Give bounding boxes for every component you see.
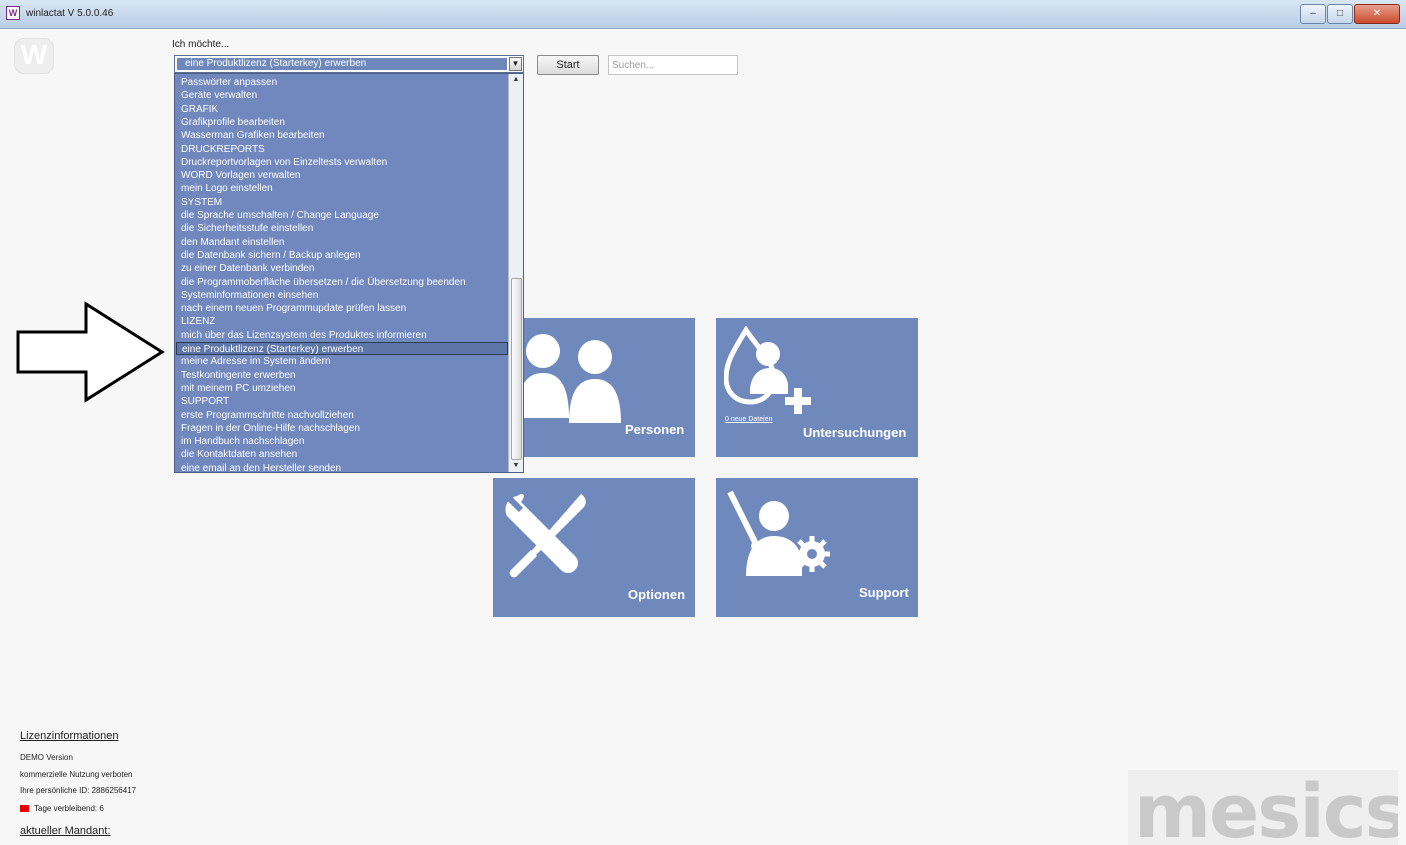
dropdown-option[interactable]: mich über das Lizenzsystem des Produktes… [181, 329, 427, 342]
mesics-logo-text: mesics [1134, 770, 1398, 845]
license-usage: kommerzielle Nutzung verboten [20, 770, 133, 779]
close-icon[interactable]: ✕ [1354, 4, 1400, 24]
window-title: winlactat V 5.0.0.46 [26, 8, 114, 19]
tools-icon [502, 491, 586, 578]
dropdown-option[interactable]: DRUCKREPORTS [181, 143, 265, 156]
tile-support-label: Support [859, 585, 909, 600]
app-logo-icon: W [6, 6, 20, 20]
search-input[interactable] [608, 55, 738, 75]
tile-support[interactable]: Support [716, 478, 918, 617]
dropdown-option[interactable]: die Sprache umschalten / Change Language [181, 209, 379, 222]
dropdown-option[interactable]: LIZENZ [181, 315, 215, 328]
days-left-text: Tage verbleibend: 6 [34, 804, 104, 813]
minimize-icon[interactable]: – [1300, 4, 1326, 24]
persons-icon [517, 334, 621, 423]
dropdown-option[interactable]: SUPPORT [181, 395, 229, 408]
scroll-down-icon[interactable]: ▼ [509, 460, 523, 472]
dropdown-option[interactable]: nach einem neuen Programmupdate prüfen l… [181, 302, 406, 315]
dropdown-option[interactable]: mein Logo einstellen [181, 182, 273, 195]
dropdown-option[interactable]: Wasserman Grafiken bearbeiten [181, 129, 325, 142]
dropdown-option[interactable]: Grafikprofile bearbeiten [181, 116, 285, 129]
license-personal-id: Ihre persönliche ID: 2886256417 [20, 786, 137, 795]
dropdown-option[interactable]: im Handbuch nachschlagen [181, 435, 304, 448]
current-mandant-link[interactable]: aktueller Mandant: [20, 825, 111, 837]
dropdown-option[interactable]: den Mandant einstellen [181, 236, 284, 249]
dropdown-option[interactable]: zu einer Datenbank verbinden [181, 262, 314, 275]
examination-icon [724, 326, 811, 414]
dropdown-option[interactable]: GRAFIK [181, 103, 218, 116]
tile-optionen[interactable]: Optionen [493, 478, 695, 617]
days-left-row: Tage verbleibend: 6 [20, 804, 104, 813]
license-version: DEMO Version [20, 753, 73, 762]
dropdown-option[interactable]: WORD Vorlagen verwalten [181, 169, 301, 182]
tile-untersuchungen-label: Untersuchungen [803, 425, 907, 440]
chevron-down-icon[interactable]: ▼ [509, 57, 522, 71]
license-info-link[interactable]: Lizenzinformationen [20, 730, 118, 742]
start-button[interactable]: Start [537, 55, 599, 75]
dropdown-option[interactable]: Passwörter anpassen [181, 76, 277, 89]
dropdown-option[interactable]: Druckreportvorlagen von Einzeltests verw… [181, 156, 387, 169]
mesics-logo: mesics [1128, 770, 1398, 845]
dropdown-option[interactable]: die Programmoberfläche übersetzen / die … [181, 276, 466, 289]
support-icon [727, 490, 830, 576]
dropdown-scrollbar[interactable]: ▲ ▼ [508, 74, 523, 472]
dropdown-option[interactable]: mit meinem PC umziehen [181, 382, 295, 395]
tile-personen-label: Personen [625, 422, 685, 437]
dropdown-option[interactable]: die Sicherheitsstufe einstellen [181, 222, 313, 235]
status-indicator-icon [20, 805, 29, 813]
dropdown-option[interactable]: SYSTEM [181, 196, 222, 209]
pointer-arrow-icon [16, 301, 165, 403]
combobox-selected-value: eine Produktlizenz (Starterkey) erwerben [177, 58, 507, 70]
window-controls: – □ ✕ [1299, 4, 1400, 24]
dropdown-option[interactable]: Systeminformationen einsehen [181, 289, 318, 302]
action-dropdown-list[interactable]: Passwörter anpassen Geräte verwalten GRAFI… [174, 73, 524, 473]
action-label: Ich möchte... [172, 39, 230, 50]
scrollbar-thumb[interactable] [511, 278, 522, 460]
window-titlebar[interactable]: W winlactat V 5.0.0.46 – □ ✕ [0, 0, 1406, 29]
tile-untersuchungen[interactable]: 0 neue Dateien Untersuchungen [716, 318, 918, 457]
tile-optionen-label: Optionen [628, 587, 686, 602]
dropdown-option[interactable]: Geräte verwalten [181, 89, 257, 102]
dropdown-option-selected[interactable]: eine Produktlizenz (Starterkey) erwerben [176, 342, 508, 355]
maximize-icon[interactable]: □ [1327, 4, 1353, 24]
new-files-link[interactable]: 0 neue Dateien [725, 416, 772, 423]
dropdown-option[interactable]: meine Adresse im System ändern [181, 355, 331, 368]
action-combobox[interactable]: eine Produktlizenz (Starterkey) erwerben… [174, 55, 524, 73]
dropdown-option[interactable]: die Kontaktdaten ansehen [181, 448, 297, 461]
dropdown-option[interactable]: Fragen in der Online-Hilfe nachschlagen [181, 422, 360, 435]
dropdown-option[interactable]: erste Programmschritte nachvollziehen [181, 409, 354, 422]
dropdown-option[interactable]: Testkontingente erwerben [181, 369, 296, 382]
app-logo: W [14, 38, 54, 74]
dropdown-option[interactable]: eine email an den Hersteller senden [181, 462, 341, 472]
scroll-up-icon[interactable]: ▲ [509, 74, 523, 86]
dropdown-option[interactable]: die Datenbank sichern / Backup anlegen [181, 249, 361, 262]
